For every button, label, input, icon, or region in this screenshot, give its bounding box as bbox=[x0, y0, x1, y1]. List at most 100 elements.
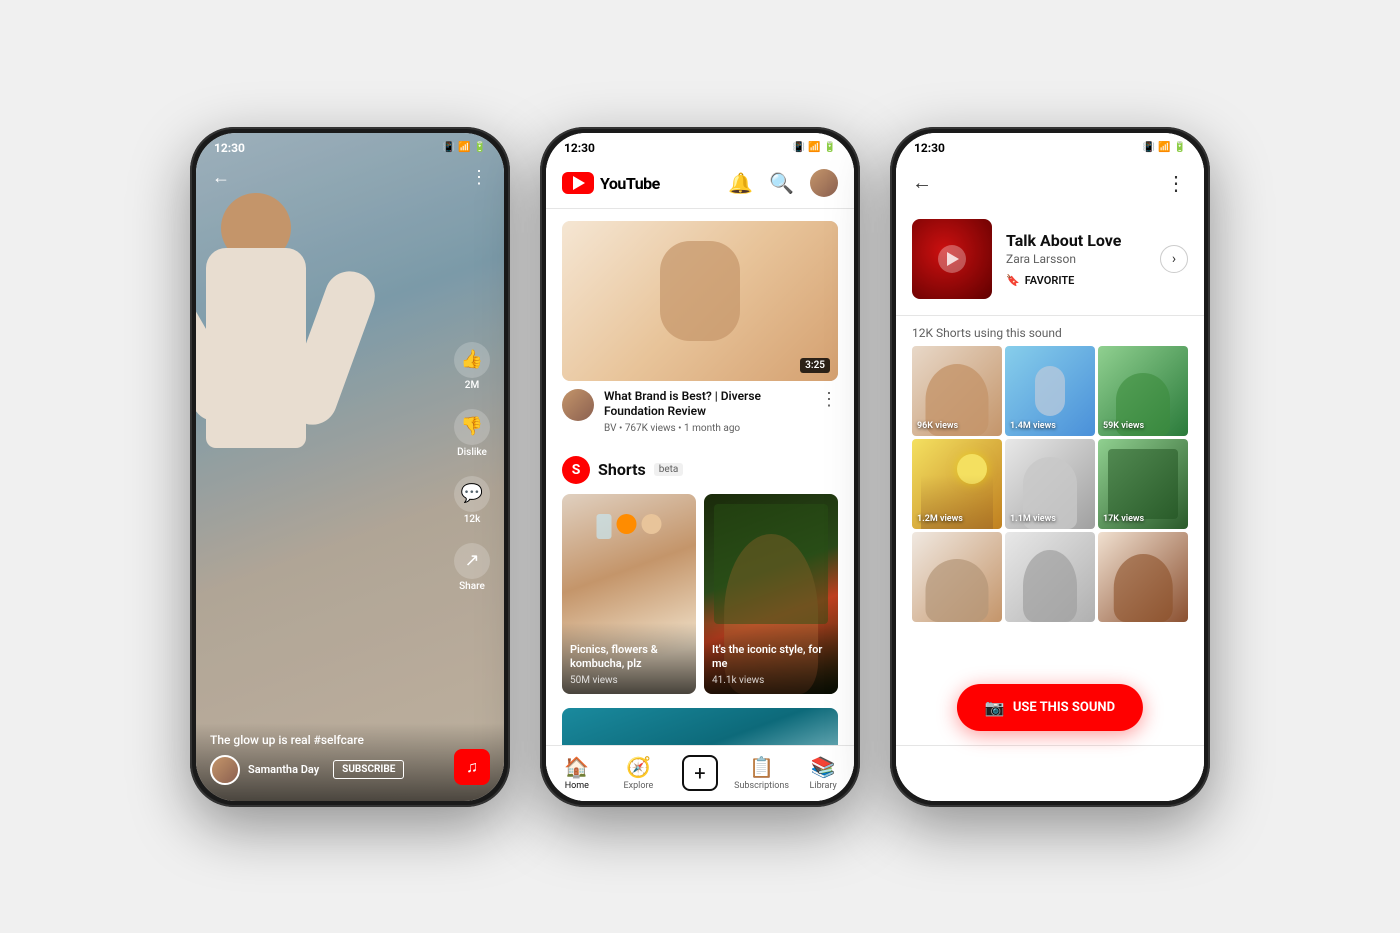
more-button-1[interactable]: ⋮ bbox=[470, 167, 488, 188]
sound-button[interactable]: ♫ bbox=[454, 749, 490, 785]
nav-create[interactable]: + bbox=[669, 746, 731, 801]
video-more-button[interactable]: ⋮ bbox=[820, 389, 838, 410]
share-icon: ↗ bbox=[454, 543, 490, 579]
grid-views-5: 1.1M views bbox=[1010, 514, 1056, 524]
subscribe-button[interactable]: SUBSCRIBE bbox=[333, 760, 404, 779]
bottom-nav: 🏠 Home 🧭 Explore + 📋 Subscriptions bbox=[546, 745, 854, 801]
grid-item-4[interactable]: 1.2M views bbox=[912, 439, 1002, 529]
status-time-3: 12:30 bbox=[914, 141, 945, 155]
video-details: What Brand is Best? | Diverse Foundation… bbox=[604, 389, 810, 434]
create-icon: + bbox=[682, 755, 718, 791]
person-torso bbox=[206, 248, 306, 448]
video-channel-avatar bbox=[562, 389, 594, 421]
play-triangle-icon bbox=[947, 252, 959, 266]
share-button[interactable]: ↗ Share bbox=[454, 543, 490, 592]
shorts-section-title: Shorts bbox=[598, 460, 646, 479]
status-icons-3: 📳 📶 🔋 bbox=[1143, 142, 1186, 153]
shorts-section: S Shorts beta bbox=[546, 446, 854, 700]
status-icons-2: 📳 📶 🔋 bbox=[793, 142, 836, 153]
grid-item-9[interactable] bbox=[1098, 532, 1188, 622]
shorts-actions: 👍 2M 👎 Dislike 💬 12k ↗ Share bbox=[454, 342, 490, 592]
short-caption-2: It's the iconic style, for me bbox=[712, 643, 830, 672]
nav-explore[interactable]: 🧭 Explore bbox=[608, 746, 670, 801]
subscriptions-icon: 📋 bbox=[749, 755, 774, 779]
favorite-button[interactable]: 🔖 FAVORITE bbox=[1006, 274, 1146, 287]
comments-icon: 💬 bbox=[454, 476, 490, 512]
status-time-1: 12:30 bbox=[214, 141, 245, 155]
video-meta: BV • 767K views • 1 month ago bbox=[604, 423, 810, 434]
comments-button[interactable]: 💬 12k bbox=[454, 476, 490, 525]
short-views-1: 50M views bbox=[570, 675, 688, 686]
person-arm-left bbox=[196, 275, 250, 430]
back-button-3[interactable]: ← bbox=[912, 170, 932, 195]
status-icons-1: 📳 📶 🔋 bbox=[443, 142, 486, 153]
library-label: Library bbox=[810, 781, 837, 791]
use-sound-button[interactable]: 📷 USE THIS SOUND bbox=[957, 684, 1143, 731]
video-card[interactable]: 3:25 What Brand is Best? | Diverse Found… bbox=[546, 209, 854, 446]
more-button-3[interactable]: ⋮ bbox=[1166, 171, 1188, 195]
phones-container: 12:30 📳 📶 🔋 ← ⋮ 👍 2M bbox=[170, 107, 1230, 827]
thumb-image bbox=[562, 221, 838, 381]
library-icon: 📚 bbox=[811, 755, 836, 779]
youtube-logo: YouTube bbox=[562, 172, 660, 194]
short-overlay-2: It's the iconic style, for me 41.1k view… bbox=[704, 623, 838, 694]
favorite-label: FAVORITE bbox=[1025, 274, 1075, 287]
short-overlay-1: Picnics, flowers & kombucha, plz 50M vie… bbox=[562, 623, 696, 694]
sound-thumbnail bbox=[912, 219, 992, 299]
grid-views-2: 1.4M views bbox=[1010, 421, 1056, 431]
grid-item-6[interactable]: 17K views bbox=[1098, 439, 1188, 529]
home-icon: 🏠 bbox=[564, 755, 589, 779]
shorts-beta-badge: beta bbox=[654, 463, 684, 476]
header-icons: 🔔 🔍 bbox=[728, 169, 838, 197]
grid-item-8[interactable] bbox=[1005, 532, 1095, 622]
grid-item-5[interactable]: 1.1M views bbox=[1005, 439, 1095, 529]
dislike-button[interactable]: 👎 Dislike bbox=[454, 409, 490, 458]
grid-views-3: 59K views bbox=[1103, 421, 1144, 431]
sound-shorts-count: 12K Shorts using this sound bbox=[896, 316, 1204, 346]
shorts-header: S Shorts beta bbox=[562, 456, 838, 484]
bell-icon[interactable]: 🔔 bbox=[728, 171, 753, 195]
video-duration: 3:25 bbox=[800, 358, 830, 373]
play-icon bbox=[573, 176, 585, 190]
phone3-bottom-bar bbox=[896, 745, 1204, 801]
status-time-2: 12:30 bbox=[564, 141, 595, 155]
search-icon[interactable]: 🔍 bbox=[769, 171, 794, 195]
yt-logo-text: YouTube bbox=[600, 174, 660, 193]
sound-video-grid: 96K views 1.4M views 59K views 1.2M bbox=[896, 346, 1204, 622]
nav-subscriptions[interactable]: 📋 Subscriptions bbox=[731, 746, 793, 801]
thumb-hands bbox=[660, 241, 740, 341]
nav-library[interactable]: 📚 Library bbox=[792, 746, 854, 801]
grid-views-1: 96K views bbox=[917, 421, 958, 431]
camera-icon: 📷 bbox=[985, 698, 1005, 717]
grid-item-3[interactable]: 59K views bbox=[1098, 346, 1188, 436]
video-thumbnail: 3:25 bbox=[562, 221, 838, 381]
grid-item-7[interactable] bbox=[912, 532, 1002, 622]
channel-avatar bbox=[210, 755, 240, 785]
short-leaves bbox=[714, 504, 828, 624]
status-bar-2: 12:30 📳 📶 🔋 bbox=[546, 133, 854, 159]
comments-count: 12k bbox=[464, 514, 481, 525]
chevron-right-icon[interactable]: › bbox=[1160, 245, 1188, 273]
grid-item-1[interactable]: 96K views bbox=[912, 346, 1002, 436]
like-button[interactable]: 👍 2M bbox=[454, 342, 490, 391]
back-button-1[interactable]: ← bbox=[212, 167, 230, 188]
person-figure bbox=[196, 193, 336, 593]
video-title: What Brand is Best? | Diverse Foundation… bbox=[604, 389, 810, 420]
phone-2: 12:30 📳 📶 🔋 YouTube bbox=[540, 127, 860, 807]
grid-item-2[interactable]: 1.4M views bbox=[1005, 346, 1095, 436]
shorts-logo: S bbox=[562, 456, 590, 484]
shorts-bottom-bar: The glow up is real #selfcare Samantha D… bbox=[196, 723, 504, 801]
explore-label: Explore bbox=[624, 781, 654, 791]
sound-wave-icon: ♫ bbox=[466, 757, 478, 777]
short-card-2[interactable]: It's the iconic style, for me 41.1k view… bbox=[704, 494, 838, 694]
share-label: Share bbox=[459, 581, 485, 592]
nav-home[interactable]: 🏠 Home bbox=[546, 746, 608, 801]
video-info: What Brand is Best? | Diverse Foundation… bbox=[562, 389, 838, 434]
short-card-1[interactable]: Picnics, flowers & kombucha, plz 50M vie… bbox=[562, 494, 696, 694]
sound-title: Talk About Love bbox=[1006, 231, 1146, 250]
home-label: Home bbox=[565, 781, 589, 791]
sound-play-button[interactable] bbox=[938, 245, 966, 273]
sound-info-section: Talk About Love Zara Larsson 🔖 FAVORITE … bbox=[896, 207, 1204, 316]
sound-artist: Zara Larsson bbox=[1006, 252, 1146, 266]
user-avatar[interactable] bbox=[810, 169, 838, 197]
